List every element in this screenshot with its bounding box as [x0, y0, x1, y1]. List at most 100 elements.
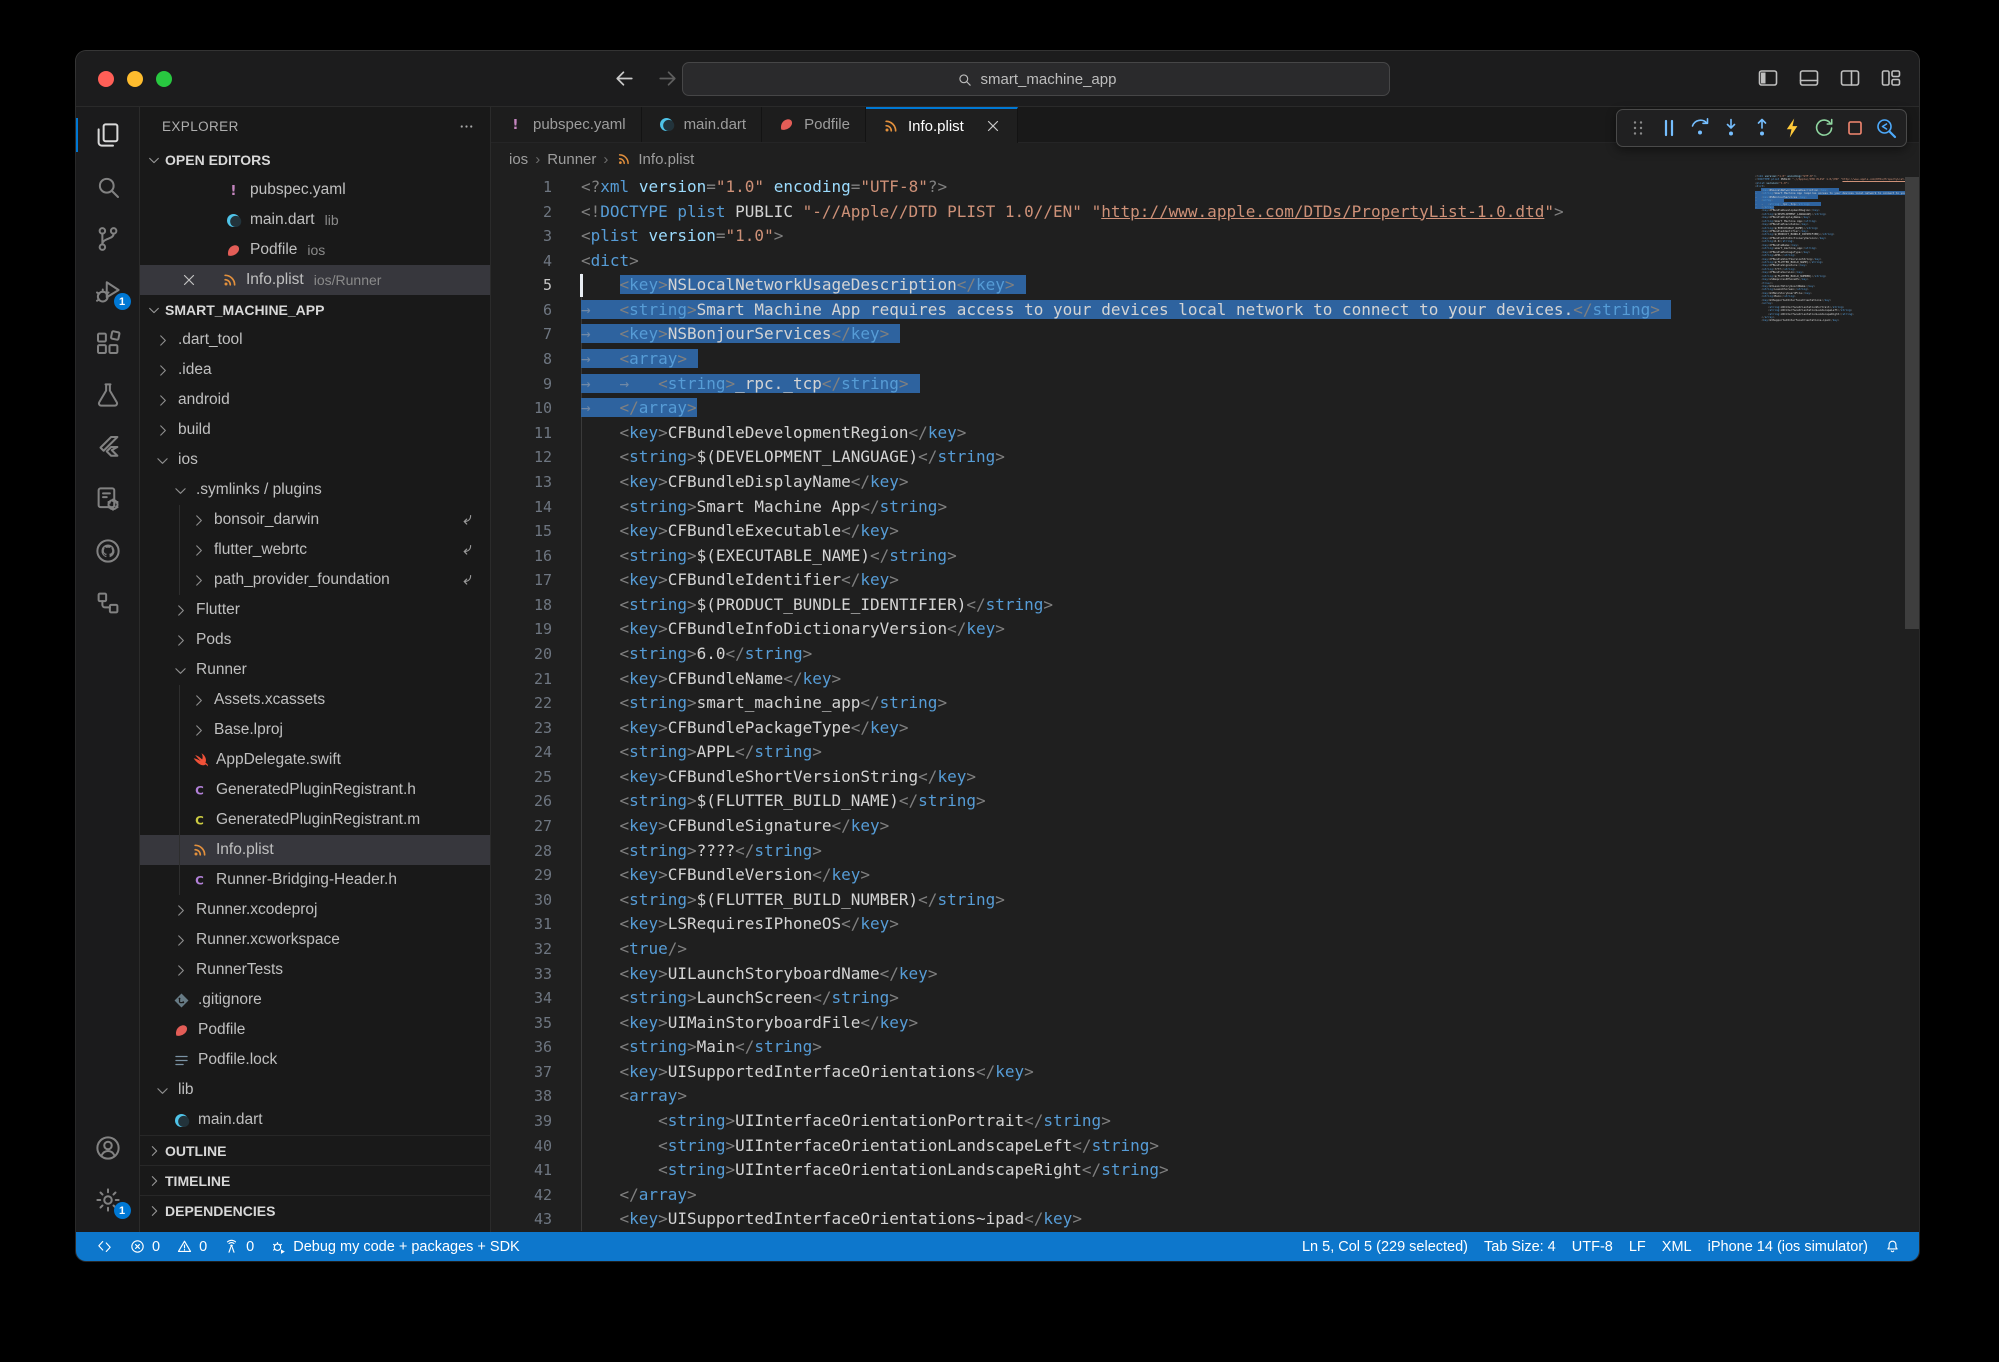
tab-pubspec.yaml[interactable]: !pubspec.yaml — [491, 107, 642, 142]
activity-item-files[interactable] — [76, 109, 140, 161]
line-number[interactable]: 7 — [491, 322, 552, 347]
code-line[interactable]: 18 <string>$(PRODUCT_BUNDLE_IDENTIFIER)<… — [491, 593, 1919, 618]
code-line[interactable]: 40 <string>UIInterfaceOrientationLandsca… — [491, 1134, 1919, 1159]
pause-button[interactable] — [1653, 113, 1684, 144]
more-actions-icon[interactable] — [457, 117, 476, 136]
code-line[interactable]: 10→ </array> — [491, 396, 1919, 421]
open-editor-main.dart[interactable]: main.dartlib — [140, 205, 490, 235]
status-debug[interactable]: Debug my code + packages + SDK — [262, 1232, 528, 1261]
code-line[interactable]: 23 <key>CFBundlePackageType</key> — [491, 716, 1919, 741]
tree-item-build[interactable]: build — [140, 415, 490, 445]
line-number[interactable]: 12 — [491, 445, 552, 470]
code-line[interactable]: 13 <key>CFBundleDisplayName</key> — [491, 470, 1919, 495]
line-number[interactable]: 20 — [491, 642, 552, 667]
code-line[interactable]: 39 <string>UIInterfaceOrientationPortrai… — [491, 1109, 1919, 1134]
line-number[interactable]: 36 — [491, 1035, 552, 1060]
activity-item-search[interactable] — [76, 161, 140, 213]
line-number[interactable]: 31 — [491, 912, 552, 937]
line-number[interactable]: 43 — [491, 1207, 552, 1232]
code-line[interactable]: 37 <key>UISupportedInterfaceOrientations… — [491, 1060, 1919, 1085]
status-tab[interactable]: Tab Size: 4 — [1476, 1232, 1564, 1261]
code-line[interactable]: 11 <key>CFBundleDevelopmentRegion</key> — [491, 421, 1919, 446]
tab-Info.plist[interactable]: Info.plist — [866, 107, 1018, 143]
tree-item-Assets.xcassets[interactable]: Assets.xcassets — [140, 685, 490, 715]
section-timeline[interactable]: TIMELINE — [140, 1165, 490, 1195]
toggle-panel-icon[interactable] — [1797, 66, 1821, 90]
section-dependencies[interactable]: DEPENDENCIES — [140, 1195, 490, 1225]
line-number[interactable]: 8 — [491, 347, 552, 372]
line-number[interactable]: 39 — [491, 1109, 552, 1134]
code-line[interactable]: 9→ → <string>_rpc._tcp</string> — [491, 372, 1919, 397]
line-number[interactable]: 14 — [491, 495, 552, 520]
line-number[interactable]: 11 — [491, 421, 552, 446]
forward-icon[interactable] — [655, 66, 680, 91]
code-line[interactable]: 27 <key>CFBundleSignature</key> — [491, 814, 1919, 839]
tree-item-Info.plist[interactable]: Info.plist — [140, 835, 490, 865]
line-number[interactable]: 25 — [491, 765, 552, 790]
tab-main.dart[interactable]: main.dart — [642, 107, 763, 142]
line-number[interactable]: 17 — [491, 568, 552, 593]
customize-layout-icon[interactable] — [1879, 66, 1903, 90]
code-line[interactable]: 3<plist version="1.0"> — [491, 224, 1919, 249]
breadcrumb-item-ios[interactable]: ios — [509, 151, 528, 168]
line-number[interactable]: 1 — [491, 175, 552, 200]
tree-item-main.dart[interactable]: main.dart — [140, 1105, 490, 1135]
line-number[interactable]: 42 — [491, 1183, 552, 1208]
hot-reload-button[interactable] — [1777, 113, 1808, 144]
activity-item-references[interactable] — [76, 577, 140, 629]
code-line[interactable]: 15 <key>CFBundleExecutable</key> — [491, 519, 1919, 544]
code-line[interactable]: 19 <key>CFBundleInfoDictionaryVersion</k… — [491, 617, 1919, 642]
code-line[interactable]: 35 <key>UIMainStoryboardFile</key> — [491, 1011, 1919, 1036]
code-line[interactable]: 8→ <array> — [491, 347, 1919, 372]
line-number[interactable]: 10 — [491, 396, 552, 421]
line-number[interactable]: 37 — [491, 1060, 552, 1085]
line-number[interactable]: 21 — [491, 667, 552, 692]
line-number[interactable]: 29 — [491, 863, 552, 888]
close-icon[interactable] — [180, 271, 198, 289]
code-line[interactable]: 7→ <key>NSBonjourServices</key> — [491, 322, 1919, 347]
step-over-button[interactable] — [1684, 113, 1715, 144]
breadcrumb-item-Info.plist[interactable]: Info.plist — [615, 151, 694, 168]
code-line[interactable]: 1<?xml version="1.0" encoding="UTF-8"?> — [491, 175, 1919, 200]
line-number[interactable]: 2 — [491, 200, 552, 225]
open-editor-Info.plist[interactable]: Info.plistios/Runner — [140, 265, 490, 295]
tree-item-.symlinksplugins[interactable]: .symlinks / plugins — [140, 475, 490, 505]
code-line[interactable]: 34 <string>LaunchScreen</string> — [491, 986, 1919, 1011]
code-line[interactable]: 25 <key>CFBundleShortVersionString</key> — [491, 765, 1919, 790]
code-line[interactable]: 42 </array> — [491, 1183, 1919, 1208]
breadcrumb-item-Runner[interactable]: Runner — [547, 151, 596, 168]
line-number[interactable]: 38 — [491, 1084, 552, 1109]
code-line[interactable]: 26 <string>$(FLUTTER_BUILD_NAME)</string… — [491, 789, 1919, 814]
code-line[interactable]: 43 <key>UISupportedInterfaceOrientations… — [491, 1207, 1919, 1232]
code-line[interactable]: 33 <key>UILaunchStoryboardName</key> — [491, 962, 1919, 987]
back-icon[interactable] — [612, 66, 637, 91]
tree-item-bonsoir_darwin[interactable]: bonsoir_darwin — [140, 505, 490, 535]
status-remote[interactable] — [88, 1232, 121, 1261]
status-ln[interactable]: Ln 5, Col 5 (229 selected) — [1294, 1232, 1476, 1261]
line-number[interactable]: 22 — [491, 691, 552, 716]
line-number[interactable]: 15 — [491, 519, 552, 544]
restart-button[interactable] — [1808, 113, 1839, 144]
line-number[interactable]: 41 — [491, 1158, 552, 1183]
status-bell[interactable] — [1876, 1232, 1909, 1261]
step-into-button[interactable] — [1715, 113, 1746, 144]
stop-button[interactable] — [1839, 113, 1870, 144]
toggle-sidebar-icon[interactable] — [1756, 66, 1780, 90]
close-window-button[interactable] — [98, 71, 114, 87]
line-number[interactable]: 13 — [491, 470, 552, 495]
code-line[interactable]: 17 <key>CFBundleIdentifier</key> — [491, 568, 1919, 593]
tree-item-.gitignore[interactable]: .gitignore — [140, 985, 490, 1015]
line-number[interactable]: 34 — [491, 986, 552, 1011]
code-line[interactable]: 21 <key>CFBundleName</key> — [491, 667, 1919, 692]
status-broadcast[interactable]: 0 — [215, 1232, 262, 1261]
activity-item-run-debug[interactable]: 1 — [76, 265, 140, 317]
tree-item-AppDelegate.swift[interactable]: AppDelegate.swift — [140, 745, 490, 775]
scrollbar-thumb[interactable] — [1905, 177, 1919, 629]
code-line[interactable]: 38 <array> — [491, 1084, 1919, 1109]
open-editors-header[interactable]: OPEN EDITORS — [140, 145, 490, 175]
line-number[interactable]: 33 — [491, 962, 552, 987]
open-editor-Podfile[interactable]: Podfileios — [140, 235, 490, 265]
line-number[interactable]: 40 — [491, 1134, 552, 1159]
code-line[interactable]: 32 <true/> — [491, 937, 1919, 962]
code-line[interactable]: 36 <string>Main</string> — [491, 1035, 1919, 1060]
